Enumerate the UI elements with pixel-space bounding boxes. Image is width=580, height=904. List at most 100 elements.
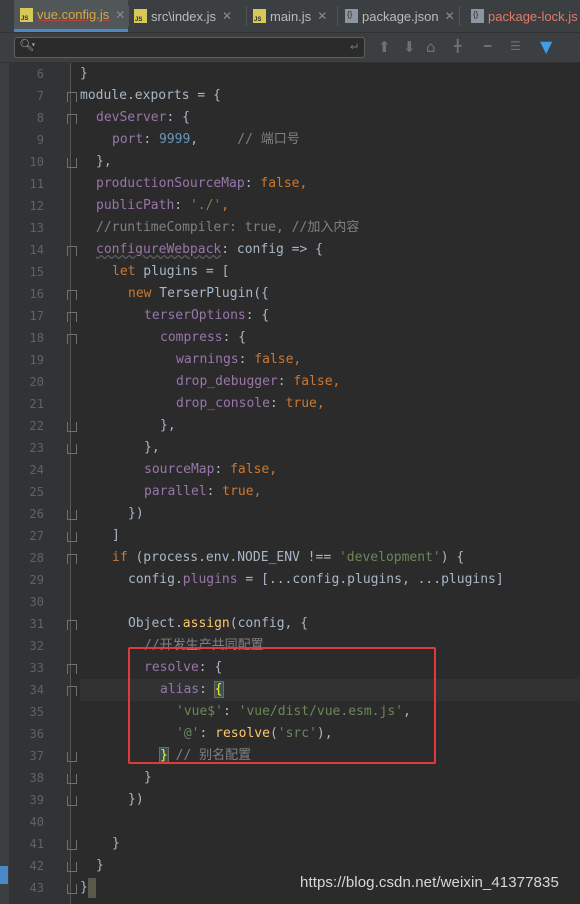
watermark: https://blog.csdn.net/weixin_41377835: [300, 874, 559, 891]
fold-collapse-icon[interactable]: [67, 774, 77, 784]
code-line: devServer: {: [96, 107, 190, 129]
chevron-down-icon[interactable]: ▾: [31, 40, 36, 49]
code-text: drop_console: [176, 396, 270, 411]
search-input[interactable]: [41, 39, 341, 56]
code-text: = {: [189, 88, 221, 103]
fold-collapse-icon[interactable]: [67, 158, 77, 168]
fold-collapse-icon[interactable]: [67, 884, 77, 894]
code-text: :: [277, 374, 294, 389]
tab-main-js[interactable]: main.js ✕: [253, 0, 337, 32]
close-icon[interactable]: ✕: [115, 8, 125, 22]
code-text: false: [254, 352, 294, 367]
select-all-occurrences-icon[interactable]: ☰: [510, 37, 521, 55]
code-text: let: [112, 264, 136, 279]
code-text: = [...config.plugins, ...plugins]: [237, 572, 504, 587]
code-text: plugins: [182, 572, 238, 587]
code-text: (process.env.NODE_ENV !==: [127, 550, 339, 565]
previous-occurrence-icon[interactable]: ⬆: [378, 38, 391, 56]
unselect-occurrence-icon[interactable]: ━: [484, 37, 491, 55]
enter-icon[interactable]: ↵: [350, 38, 358, 53]
code-line: configureWebpack: config => {: [96, 239, 323, 261]
fold-expand-icon[interactable]: [67, 246, 77, 256]
fold-expand-icon[interactable]: [67, 334, 77, 344]
code-comment: //runtimeCompiler: true, //加入内容: [96, 220, 360, 235]
fold-collapse-icon[interactable]: [67, 840, 77, 850]
code-text: config: [128, 572, 175, 587]
line-number: 16: [29, 287, 44, 301]
tab-label: package-lock.js: [488, 8, 578, 24]
code-line: config.plugins = [...config.plugins, ...…: [128, 569, 504, 591]
code-text: false: [230, 462, 270, 477]
line-number: 11: [29, 177, 44, 191]
fold-expand-icon[interactable]: [67, 664, 77, 674]
tab-label: src\index.js: [151, 8, 217, 24]
code-line: productionSourceMap: false,: [96, 173, 307, 195]
code-line: Object.assign(config, {: [128, 613, 308, 635]
line-number: 6: [36, 67, 44, 81]
tab-package-lock-json[interactable]: package-lock.js: [471, 0, 580, 32]
code-text: configureWebpack: [96, 242, 222, 257]
js-file-icon: [20, 7, 33, 22]
code-line: ]: [112, 525, 120, 547]
code-text: parallel: [144, 484, 207, 499]
line-number: 22: [29, 419, 44, 433]
tab-package-json[interactable]: package.json ✕: [345, 0, 459, 32]
code-text: },: [160, 418, 176, 433]
fold-expand-icon[interactable]: [67, 620, 77, 630]
filter-icon[interactable]: ▼: [540, 38, 552, 56]
line-number: 24: [29, 463, 44, 477]
json-file-icon: [345, 9, 358, 23]
code-line: let plugins = [: [112, 261, 229, 283]
line-number: 40: [29, 815, 44, 829]
code-text: sourceMap: [144, 462, 215, 477]
line-number: 28: [29, 551, 44, 565]
tab-src-index-js[interactable]: src\index.js ✕: [134, 0, 246, 32]
code-text: false: [260, 176, 300, 191]
code-text: :: [214, 462, 231, 477]
code-text: ,: [316, 396, 325, 411]
bookmark-marker: [0, 866, 8, 884]
code-comment: // 端口号: [237, 132, 300, 147]
line-number: 27: [29, 529, 44, 543]
code-line: new TerserPlugin({: [128, 283, 269, 305]
line-number: 13: [29, 221, 44, 235]
code-line: compress: {: [160, 327, 246, 349]
code-text: ,: [269, 462, 278, 477]
fold-expand-icon[interactable]: [67, 114, 77, 124]
fold-expand-icon[interactable]: [67, 686, 77, 696]
close-icon[interactable]: ✕: [222, 9, 232, 23]
fold-collapse-icon[interactable]: [67, 532, 77, 542]
code-line: warnings: false,: [176, 349, 301, 371]
text-caret: [87, 877, 96, 898]
code-text: :: [206, 484, 223, 499]
code-text: warnings: [176, 352, 239, 367]
close-icon[interactable]: ✕: [317, 9, 327, 23]
code-text: },: [144, 440, 160, 455]
code-line: drop_console: true,: [176, 393, 325, 415]
fold-expand-icon[interactable]: [67, 92, 77, 102]
code-text: : {: [245, 308, 270, 323]
code-text: .: [174, 616, 183, 631]
fold-collapse-icon[interactable]: [67, 444, 77, 454]
code-text: }: [80, 66, 88, 81]
fold-expand-icon[interactable]: [67, 554, 77, 564]
search-field[interactable]: 🔍︎ ▾ ↵: [14, 37, 365, 58]
next-occurrence-icon[interactable]: ⬇: [403, 38, 416, 56]
fold-collapse-icon[interactable]: [67, 862, 77, 872]
code-text: :: [238, 352, 255, 367]
find-all-icon[interactable]: ⌂: [426, 38, 436, 56]
find-toolbar: 🔍︎ ▾ ↵ ⬆ ⬇ ⌂ ╋ ━ ☰ ▼: [0, 33, 580, 63]
code-text: : {: [222, 330, 247, 345]
code-text: false: [293, 374, 333, 389]
fold-expand-icon[interactable]: [67, 312, 77, 322]
fold-collapse-icon[interactable]: [67, 752, 77, 762]
fold-collapse-icon[interactable]: [67, 422, 77, 432]
fold-expand-icon[interactable]: [67, 290, 77, 300]
code-text: Object: [128, 616, 175, 631]
fold-collapse-icon[interactable]: [67, 796, 77, 806]
tab-vue-config-js[interactable]: vue.config.js ✕: [14, 0, 128, 32]
code-text: }: [144, 770, 152, 785]
select-occurrence-icon[interactable]: ╋: [454, 37, 461, 55]
close-icon[interactable]: ✕: [445, 9, 455, 23]
fold-collapse-icon[interactable]: [67, 510, 77, 520]
